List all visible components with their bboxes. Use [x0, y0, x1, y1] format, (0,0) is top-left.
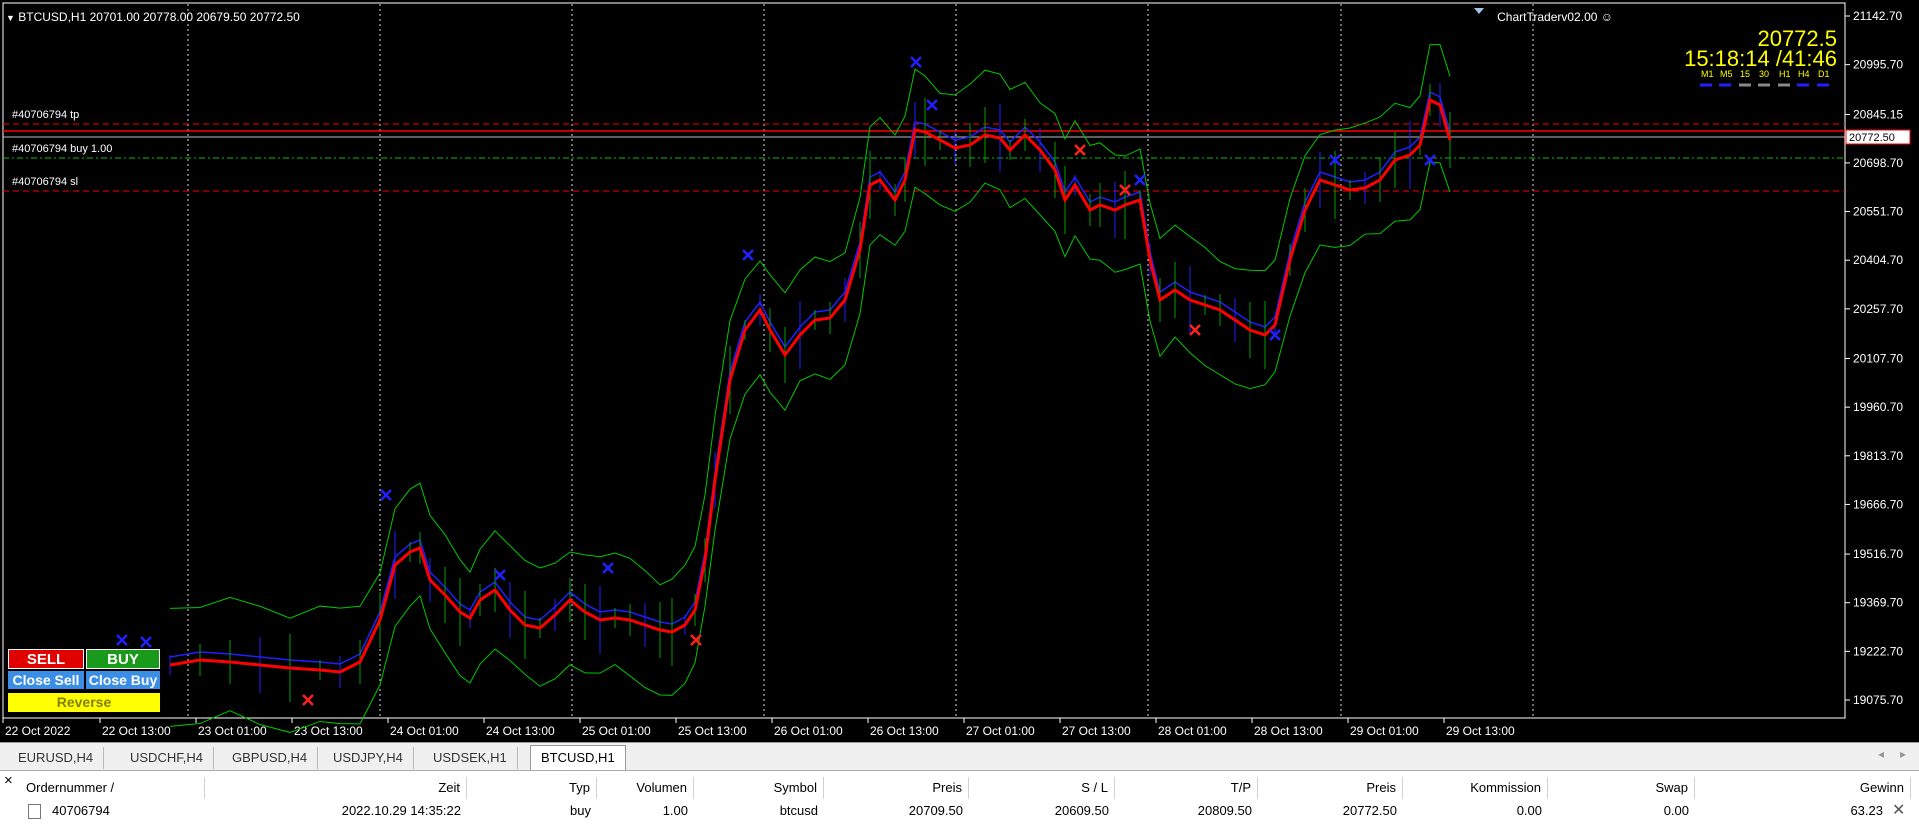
time-tick-label: 25 Oct 01:00 — [582, 724, 651, 738]
time-tick-label: 23 Oct 13:00 — [294, 724, 363, 738]
order-line-label-buy: #40706794 buy 1.00 — [12, 143, 112, 155]
sell-button[interactable]: SELL — [8, 649, 84, 669]
chart-area[interactable]: 21142.70 20995.70 20845.15 20698.70 20551.70… — [0, 0, 1919, 742]
buy-arrow-marker — [926, 99, 938, 111]
tab-scroll-left-icon[interactable]: ◂ — [1878, 747, 1884, 761]
price-chart[interactable]: 21142.70 20995.70 20845.15 20698.70 20551.70… — [0, 0, 1919, 742]
price-tick-label: 20551.70 — [1853, 205, 1903, 219]
price-tick-label: 20257.70 — [1853, 302, 1903, 316]
buy-arrow-marker — [380, 489, 392, 501]
table-cell-preis: 20709.50 — [908, 803, 963, 818]
chart-shift-marker — [1474, 8, 1484, 14]
buy-arrow-marker — [910, 56, 922, 68]
order-line-label-tp: #40706794 tp — [12, 109, 79, 121]
price-tick-label: 19516.70 — [1853, 547, 1903, 561]
price-tick-label: 19075.70 — [1853, 693, 1903, 707]
time-tick-label: 22 Oct 2022 — [5, 724, 71, 738]
table-row[interactable]: 40706794 2022.10.29 14:35:22 buy 1.00 btcusd… — [0, 771, 1919, 825]
price-tick-label: 20995.70 — [1853, 58, 1903, 72]
time-tick-label: 25 Oct 13:00 — [678, 724, 747, 738]
chart-tabs-bar: EURUSD,H4 USDCHF,H4 GBPUSD,H4 USDJPY,H4 USDS… — [0, 742, 1919, 771]
ea-name: ChartTraderv02.00 ☺ — [1497, 10, 1613, 24]
table-cell-s-l: 20609.50 — [1054, 803, 1109, 818]
price-tick-label: 21142.70 — [1853, 9, 1902, 23]
signal-line — [169, 90, 1451, 665]
bollinger-lower-band — [169, 161, 1451, 733]
sell-arrow-marker — [1189, 324, 1201, 336]
price-tick-label: 20698.70 — [1853, 156, 1903, 170]
table-cell-preis: 20772.50 — [1342, 803, 1397, 818]
table-cell-symbol: btcusd — [779, 803, 818, 818]
chart-tab-eurusd-h4[interactable]: EURUSD,H4 — [8, 747, 105, 769]
sell-arrow-marker — [302, 694, 314, 706]
close-sell-button[interactable]: Close Sell — [8, 671, 84, 689]
time-tick-label: 26 Oct 13:00 — [870, 724, 939, 738]
price-tick-label: 19813.70 — [1853, 449, 1903, 463]
chart-header: ▼ BTCUSD,H1 20701.00 20778.00 20679.50 2… — [6, 10, 300, 24]
table-cell-gewinn: 63.23 — [1850, 803, 1883, 818]
close-order-icon[interactable]: ✕ — [1892, 800, 1905, 822]
table-cell-zeit: 2022.10.29 14:35:22 — [341, 803, 461, 818]
time-tick-label: 26 Oct 01:00 — [774, 724, 843, 738]
chart-header-text: BTCUSD,H1 20701.00 20778.00 20679.50 207… — [18, 10, 300, 24]
time-tick-label: 27 Oct 13:00 — [1062, 724, 1131, 738]
current-price-label: 20772.50 — [1849, 132, 1895, 144]
time-tick-label: 22 Oct 13:00 — [102, 724, 171, 738]
buy-arrow-marker — [116, 634, 128, 646]
timer: 15:18:14 /41:46 — [1684, 46, 1837, 71]
tab-scroll-right-icon[interactable]: ▸ — [1900, 747, 1906, 761]
table-cell-swap: 0.00 — [1663, 803, 1689, 818]
table-cell-typ: buy — [570, 803, 591, 818]
buy-arrow-marker — [494, 569, 506, 581]
order-document-icon — [28, 804, 41, 819]
time-tick-label: 29 Oct 13:00 — [1446, 724, 1515, 738]
chart-menu-triangle-icon[interactable]: ▼ — [6, 13, 15, 23]
table-cell-t-p: 20809.50 — [1197, 803, 1252, 818]
chart-tab-usdsek-h1[interactable]: USDSEK,H1 — [423, 747, 518, 769]
sell-arrow-marker — [1074, 144, 1086, 156]
buy-arrow-marker — [742, 249, 754, 261]
table-cell-volumen: 1.00 — [662, 803, 688, 818]
table-cell-kommission: 0.00 — [1516, 803, 1542, 818]
price-tick-label: 20845.15 — [1853, 107, 1903, 121]
time-tick-label: 28 Oct 13:00 — [1254, 724, 1323, 738]
time-tick-label: 28 Oct 01:00 — [1158, 724, 1227, 738]
price-tick-label: 20404.70 — [1853, 253, 1903, 267]
time-tick-label: 24 Oct 01:00 — [390, 724, 459, 738]
buy-arrow-marker — [1134, 174, 1146, 186]
price-tick-label: 19222.70 — [1853, 644, 1903, 658]
time-tick-label: 24 Oct 13:00 — [486, 724, 555, 738]
reverse-button[interactable]: Reverse — [8, 693, 160, 712]
price-tick-label: 20107.70 — [1853, 351, 1903, 365]
chart-tab-usdchf-h4[interactable]: USDCHF,H4 — [120, 747, 214, 769]
buy-arrow-marker — [602, 562, 614, 574]
chart-tab-btcusd-h1[interactable]: BTCUSD,H1 — [530, 745, 626, 770]
buy-button[interactable]: BUY — [86, 649, 160, 669]
time-tick-label: 29 Oct 01:00 — [1350, 724, 1419, 738]
order-line-label-sl: #40706794 sl — [12, 176, 78, 188]
time-tick-label: 27 Oct 01:00 — [966, 724, 1035, 738]
price-tick-label: 19369.70 — [1853, 596, 1903, 610]
price-tick-label: 19666.70 — [1853, 497, 1903, 511]
chart-tab-usdjpy-h4[interactable]: USDJPY,H4 — [323, 747, 414, 769]
chart-frame — [2, 2, 1846, 719]
price-tick-label: 19960.70 — [1853, 400, 1903, 414]
chart-tab-gbpusd-h4[interactable]: GBPUSD,H4 — [222, 747, 319, 769]
buy-arrow-marker — [140, 636, 152, 648]
close-buy-button[interactable]: Close Buy — [86, 671, 160, 689]
table-cell-ordernummer: 40706794 — [52, 803, 110, 818]
terminal-panel: × Ordernummer / Zeit Typ Volumen Symbol Preis… — [0, 770, 1919, 825]
time-tick-label: 23 Oct 01:00 — [198, 724, 267, 738]
moving-average-line — [169, 97, 1452, 674]
